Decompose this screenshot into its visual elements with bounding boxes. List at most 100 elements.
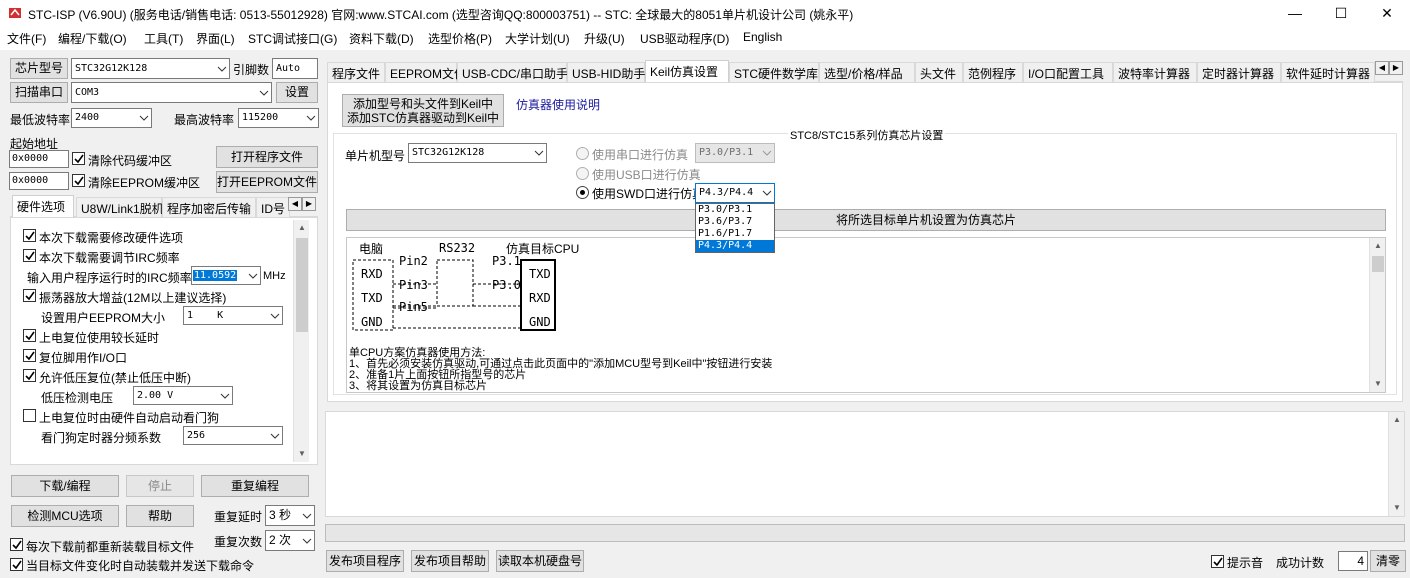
menu-program[interactable]: 编程/下载(O) xyxy=(58,30,127,47)
tab-encrypted-transfer[interactable]: 程序加密后传输 xyxy=(162,197,256,217)
tab-delay-calculator[interactable]: 软件延时计算器 xyxy=(1281,62,1375,82)
menu-tools[interactable]: 工具(T) xyxy=(144,30,183,47)
output-log[interactable]: ▲ ▼ xyxy=(325,411,1405,517)
menu-docs[interactable]: 资料下载(D) xyxy=(349,30,414,47)
chip-type-label[interactable]: 芯片型号 xyxy=(10,58,68,79)
tab-u8w-offline[interactable]: U8W/Link1脱机 xyxy=(76,197,164,217)
eeprom-start-address-input[interactable]: 0x0000 xyxy=(9,172,69,190)
menu-price[interactable]: 选型价格(P) xyxy=(428,30,492,47)
scroll-down-icon[interactable]: ▼ xyxy=(294,446,310,462)
detect-mcu-options-button[interactable]: 检测MCU选项 xyxy=(11,505,119,527)
tab-scroll-right-icon[interactable]: ▶ xyxy=(1389,61,1403,75)
close-button[interactable]: ✕ xyxy=(1364,0,1410,26)
menu-usb-driver[interactable]: USB驱动程序(D) xyxy=(640,30,729,47)
diagram-pin5: Pin5 xyxy=(399,300,428,314)
low-voltage-select[interactable]: 2.00 V xyxy=(133,386,233,405)
tab-scroll-left-icon[interactable]: ◀ xyxy=(288,197,302,211)
tab-selection-price[interactable]: 选型/价格/样品 xyxy=(819,62,915,82)
repeat-delay-select[interactable]: 3 秒 xyxy=(265,505,315,526)
reload-before-download-checkbox[interactable] xyxy=(10,538,23,551)
tab-example-programs[interactable]: 范例程序 xyxy=(963,62,1023,82)
tab-id[interactable]: ID号 xyxy=(256,197,290,217)
repeat-program-button[interactable]: 重复编程 xyxy=(201,475,309,497)
stop-button[interactable]: 停止 xyxy=(126,475,194,497)
irc-frequency-select[interactable]: 11.0592 xyxy=(191,266,261,285)
usage-scrollbar[interactable]: ▲ ▼ xyxy=(1369,238,1385,392)
emulator-usage-link[interactable]: 仿真器使用说明 xyxy=(516,96,600,113)
adjust-irc-checkbox[interactable] xyxy=(23,249,36,262)
clear-count-button[interactable]: 清零 xyxy=(1370,550,1406,572)
scan-port-button[interactable]: 扫描串口 xyxy=(10,82,68,103)
swd-pins-select[interactable]: P4.3/P4.4 xyxy=(695,183,775,203)
scroll-up-icon[interactable]: ▲ xyxy=(1389,412,1405,428)
scroll-down-icon[interactable]: ▼ xyxy=(1389,500,1405,516)
wdt-prescaler-select[interactable]: 256 xyxy=(183,426,283,445)
log-scrollbar[interactable]: ▲ ▼ xyxy=(1388,412,1404,516)
menu-university[interactable]: 大学计划(U) xyxy=(505,30,570,47)
reset-pin-io-checkbox[interactable] xyxy=(23,349,36,362)
scroll-up-icon[interactable]: ▲ xyxy=(294,220,310,236)
mcu-type-select[interactable]: STC32G12K128 xyxy=(408,143,547,163)
usb-emulation-radio[interactable] xyxy=(576,167,589,180)
code-start-address-input[interactable]: 0x0000 xyxy=(9,150,69,168)
open-program-file-button[interactable]: 打开程序文件 xyxy=(216,146,318,168)
swd-option-selected[interactable]: P4.3/P4.4 xyxy=(696,240,774,252)
swd-option[interactable]: P3.6/P3.7 xyxy=(696,216,774,228)
beep-checkbox[interactable] xyxy=(1211,555,1224,568)
scrollbar-thumb[interactable] xyxy=(296,238,308,332)
tab-eeprom-file[interactable]: EEPROM文件 xyxy=(385,62,466,82)
swd-emulation-radio[interactable] xyxy=(576,186,589,199)
min-baud-select[interactable]: 2400 xyxy=(71,108,152,128)
tab-baud-calculator[interactable]: 波特率计算器 xyxy=(1113,62,1197,82)
chip-type-select[interactable]: STC32G12K128 xyxy=(71,58,230,79)
menu-english[interactable]: English xyxy=(743,30,782,44)
repeat-count-select[interactable]: 2 次 xyxy=(265,530,315,551)
minimize-button[interactable]: — xyxy=(1272,0,1318,26)
scroll-up-icon[interactable]: ▲ xyxy=(1370,238,1385,254)
tab-hardware-options[interactable]: 硬件选项 xyxy=(12,195,74,218)
hw-options-scrollbar[interactable]: ▲ ▼ xyxy=(293,220,309,462)
help-button[interactable]: 帮助 xyxy=(126,505,194,527)
max-baud-select[interactable]: 115200 xyxy=(238,108,319,128)
serial-pins-select[interactable]: P3.0/P3.1 xyxy=(695,143,775,163)
pins-select[interactable]: Auto xyxy=(272,58,318,79)
long-reset-delay-checkbox[interactable] xyxy=(23,329,36,342)
tab-keil-emulation[interactable]: Keil仿真设置 xyxy=(645,60,729,83)
port-select[interactable]: COM3 xyxy=(71,82,272,103)
set-emulation-chip-button[interactable]: 将所选目标单片机设置为仿真芯片 xyxy=(346,209,1386,231)
menu-file[interactable]: 文件(F) xyxy=(7,30,46,47)
low-voltage-reset-checkbox[interactable] xyxy=(23,369,36,382)
eeprom-size-select[interactable]: 1 K xyxy=(183,306,283,325)
port-settings-button[interactable]: 设置 xyxy=(276,82,318,103)
clear-eeprom-checkbox[interactable] xyxy=(72,174,85,187)
hw-watchdog-checkbox[interactable] xyxy=(23,409,36,422)
menu-debug[interactable]: STC调试接口(G) xyxy=(248,30,337,47)
modify-hw-options-checkbox[interactable] xyxy=(23,229,36,242)
add-to-keil-button[interactable]: 添加型号和头文件到Keil中 添加STC仿真器驱动到Keil中 xyxy=(342,94,504,127)
download-program-button[interactable]: 下载/编程 xyxy=(11,475,119,497)
swd-option[interactable]: P3.0/P3.1 xyxy=(696,204,774,216)
publish-project-help-button[interactable]: 发布项目帮助 xyxy=(411,550,489,572)
tab-scroll-right-icon[interactable]: ▶ xyxy=(302,197,316,211)
serial-emulation-radio[interactable] xyxy=(576,147,589,160)
auto-load-checkbox[interactable] xyxy=(10,558,23,571)
menu-upgrade[interactable]: 升级(U) xyxy=(584,30,625,47)
menu-ui[interactable]: 界面(L) xyxy=(196,30,235,47)
swd-option[interactable]: P1.6/P1.7 xyxy=(696,228,774,240)
open-eeprom-file-button[interactable]: 打开EEPROM文件 xyxy=(216,171,318,193)
maximize-button[interactable]: ☐ xyxy=(1318,0,1364,26)
osc-gain-checkbox[interactable] xyxy=(23,289,36,302)
tab-math-library[interactable]: STC硬件数学库 xyxy=(729,62,819,82)
clear-code-checkbox[interactable] xyxy=(72,152,85,165)
tab-header-files[interactable]: 头文件 xyxy=(915,62,963,82)
scroll-down-icon[interactable]: ▼ xyxy=(1370,376,1385,392)
tab-usb-hid[interactable]: USB-HID助手 xyxy=(567,62,645,82)
scrollbar-thumb[interactable] xyxy=(1372,256,1384,272)
tab-io-config-tool[interactable]: I/O口配置工具 xyxy=(1023,62,1113,82)
read-disk-id-button[interactable]: 读取本机硬盘号 xyxy=(496,550,584,572)
tab-scroll-left-icon[interactable]: ◀ xyxy=(1375,61,1389,75)
tab-timer-calculator[interactable]: 定时器计算器 xyxy=(1197,62,1281,82)
tab-usb-cdc-serial[interactable]: USB-CDC/串口助手 xyxy=(457,62,568,82)
tab-program-file[interactable]: 程序文件 xyxy=(327,62,385,82)
publish-project-program-button[interactable]: 发布项目程序 xyxy=(326,550,404,572)
